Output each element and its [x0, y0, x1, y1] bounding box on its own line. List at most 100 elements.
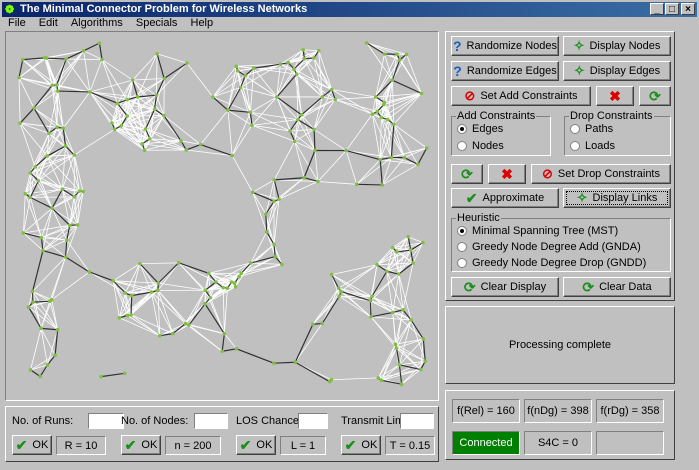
window-title: The Minimal Connector Problem for Wirele… [20, 3, 308, 15]
network-node [208, 295, 213, 300]
network-edge [157, 290, 190, 326]
approximate-button[interactable]: ✔ Approximate [451, 188, 559, 208]
cancel-add-button[interactable]: ✖ [596, 86, 634, 106]
radio-add-nodes[interactable]: Nodes [457, 140, 504, 152]
minimize-button[interactable]: _ [650, 3, 664, 15]
runs-ok-button[interactable]: ✔ OK [12, 435, 52, 455]
no-entry-icon: ⊘ [541, 166, 553, 181]
set-add-constraints-button[interactable]: ⊘ Set Add Constraints [451, 86, 591, 106]
cancel-drop-button[interactable]: ✖ [488, 164, 526, 184]
network-node [38, 374, 42, 379]
radio-mst[interactable]: Minimal Spanning Tree (MST) [457, 225, 618, 237]
display-nodes-label: Display Nodes [589, 40, 661, 52]
randomize-nodes-button[interactable]: ? Randomize Nodes [451, 36, 559, 56]
network-node [280, 262, 284, 267]
network-edge [384, 53, 393, 81]
network-node [28, 368, 33, 372]
display-edges-button[interactable]: ✧ Display Edges [563, 61, 671, 81]
tree-edge [236, 348, 275, 364]
set-drop-constraints-button[interactable]: ⊘ Set Drop Constraints [531, 164, 671, 184]
clear-display-button[interactable]: ⟳ Clear Display [451, 277, 559, 297]
radio-add-edges[interactable]: Edges [457, 123, 503, 135]
network-node [336, 286, 341, 290]
approximate-label: Approximate [482, 192, 545, 204]
network-node [409, 318, 413, 322]
refresh-drop-button[interactable]: ⟳ [451, 164, 483, 184]
refresh-add-button[interactable]: ⟳ [639, 86, 671, 106]
menu-edit[interactable]: Edit [39, 17, 58, 29]
network-edge [89, 59, 103, 93]
question-icon: ? [452, 38, 462, 54]
clear-data-button[interactable]: ⟳ Clear Data [563, 277, 671, 297]
network-edge [132, 78, 165, 81]
network-node [236, 69, 240, 73]
network-node [129, 293, 134, 298]
radio-label: Paths [585, 123, 614, 135]
menu-algorithms[interactable]: Algorithms [71, 17, 123, 29]
menu-help[interactable]: Help [191, 17, 214, 29]
tree-edge [212, 96, 229, 111]
ok-label: OK [256, 439, 273, 451]
network-node [39, 235, 44, 240]
network-edge [151, 291, 174, 334]
network-node [237, 274, 241, 279]
tree-edge [273, 179, 280, 200]
network-node [379, 378, 384, 383]
tree-edge [28, 306, 42, 329]
ok-label: OK [32, 439, 49, 451]
network-node [157, 333, 162, 338]
f-ndg-value: f(nDg) = 398 [524, 399, 592, 423]
network-node [251, 66, 256, 71]
network-edge [250, 262, 282, 265]
close-button[interactable]: × [681, 3, 695, 15]
runs-input[interactable] [88, 413, 124, 429]
nodes-ok-button[interactable]: ✔ OK [121, 435, 161, 455]
network-node [313, 148, 317, 153]
network-node [248, 110, 253, 115]
network-node [112, 127, 117, 132]
network-node [117, 315, 122, 320]
network-node [408, 248, 413, 252]
status-message: Processing complete [508, 339, 612, 351]
network-edge [335, 96, 376, 100]
network-edge [40, 301, 51, 329]
network-canvas[interactable] [5, 31, 439, 401]
radio-gndd[interactable]: Greedy Node Degree Drop (GNDD) [457, 257, 646, 269]
los-label: LOS Chance: [236, 415, 303, 427]
nodes-input[interactable] [194, 413, 228, 429]
radio-gnda[interactable]: Greedy Node Degree Add (GNDA) [457, 241, 641, 253]
radio-drop-paths[interactable]: Paths [570, 123, 613, 135]
network-node [119, 123, 124, 128]
los-ok-button[interactable]: ✔ OK [236, 435, 276, 455]
network-node [156, 281, 161, 285]
network-node [45, 363, 50, 367]
tree-edge [379, 159, 383, 185]
network-graph [17, 41, 429, 386]
tree-edge [265, 214, 268, 232]
transmit-input[interactable] [400, 413, 434, 429]
green-check-icon: ✔ [15, 436, 28, 453]
add-constraints-group: Add Constraints Edges Nodes [451, 110, 551, 156]
randomize-edges-button[interactable]: ? Randomize Edges [451, 61, 559, 81]
display-nodes-button[interactable]: ✧ Display Nodes [563, 36, 671, 56]
display-links-button[interactable]: ✧ Display Links [563, 188, 671, 208]
green-check-icon: ✔ [465, 189, 478, 206]
menu-file[interactable]: File [8, 17, 26, 29]
network-node [148, 137, 152, 141]
menu-specials[interactable]: Specials [136, 17, 178, 29]
transmit-ok-button[interactable]: ✔ OK [341, 435, 381, 455]
network-edge [240, 87, 277, 98]
network-node [329, 272, 334, 277]
radio-dot [457, 242, 467, 252]
network-node [21, 231, 26, 235]
radio-drop-loads[interactable]: Loads [570, 140, 615, 152]
network-node [233, 284, 238, 289]
network-node [47, 131, 51, 136]
network-node [222, 331, 227, 336]
maximize-button[interactable]: □ [665, 3, 679, 15]
network-node [45, 154, 50, 158]
los-input[interactable] [298, 413, 328, 429]
tree-edge [249, 112, 253, 126]
network-edge [186, 62, 214, 98]
network-node [397, 57, 402, 62]
